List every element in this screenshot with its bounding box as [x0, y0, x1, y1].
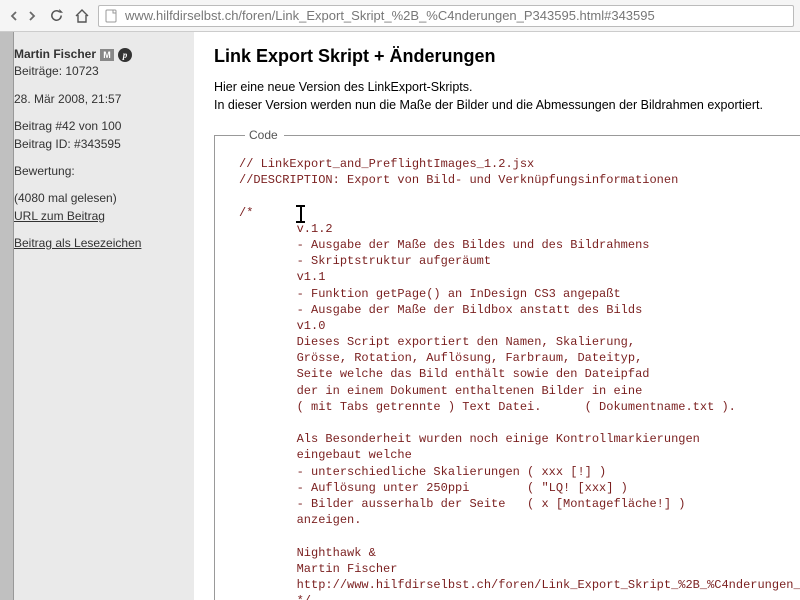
- forward-button[interactable]: [24, 8, 40, 24]
- post-number: Beitrag #42 von 100: [14, 118, 186, 135]
- read-count: (4080 mal gelesen): [14, 190, 186, 207]
- code-block: Code // LinkExport_and_PreflightImages_1…: [214, 128, 800, 600]
- rating-label: Bewertung:: [14, 163, 186, 180]
- home-button[interactable]: [72, 6, 92, 26]
- post-sidebar: Martin Fischer M p Beiträge: 10723 28. M…: [14, 32, 194, 600]
- code-body: // LinkExport_and_PreflightImages_1.2.js…: [239, 156, 800, 600]
- page-title: Link Export Skript + Änderungen: [214, 46, 800, 67]
- bookmark-link[interactable]: Beitrag als Lesezeichen: [14, 236, 141, 250]
- post-intro: Hier eine neue Version des LinkExport-Sk…: [214, 79, 800, 114]
- left-gutter: [0, 32, 14, 600]
- url-bar[interactable]: www.hilfdirselbst.ch/foren/Link_Export_S…: [98, 5, 794, 27]
- post-id: Beitrag ID: #343595: [14, 136, 186, 153]
- post-count: Beiträge: 10723: [14, 63, 186, 80]
- post-date: 28. Mär 2008, 21:57: [14, 91, 186, 108]
- nav-arrow-group: [6, 8, 40, 24]
- url-text: www.hilfdirselbst.ch/foren/Link_Export_S…: [125, 8, 655, 23]
- browser-toolbar: www.hilfdirselbst.ch/foren/Link_Export_S…: [0, 0, 800, 32]
- back-button[interactable]: [6, 8, 22, 24]
- author-name: Martin Fischer: [14, 46, 96, 63]
- moderator-badge-icon: M: [100, 49, 114, 61]
- page-icon: [105, 9, 119, 23]
- reload-button[interactable]: [46, 6, 66, 26]
- permalink-link[interactable]: URL zum Beitrag: [14, 209, 105, 223]
- profile-badge-icon: p: [118, 48, 132, 62]
- page-body: Martin Fischer M p Beiträge: 10723 28. M…: [0, 32, 800, 600]
- post-content: Link Export Skript + Änderungen Hier ein…: [194, 32, 800, 600]
- code-legend: Code: [245, 128, 284, 142]
